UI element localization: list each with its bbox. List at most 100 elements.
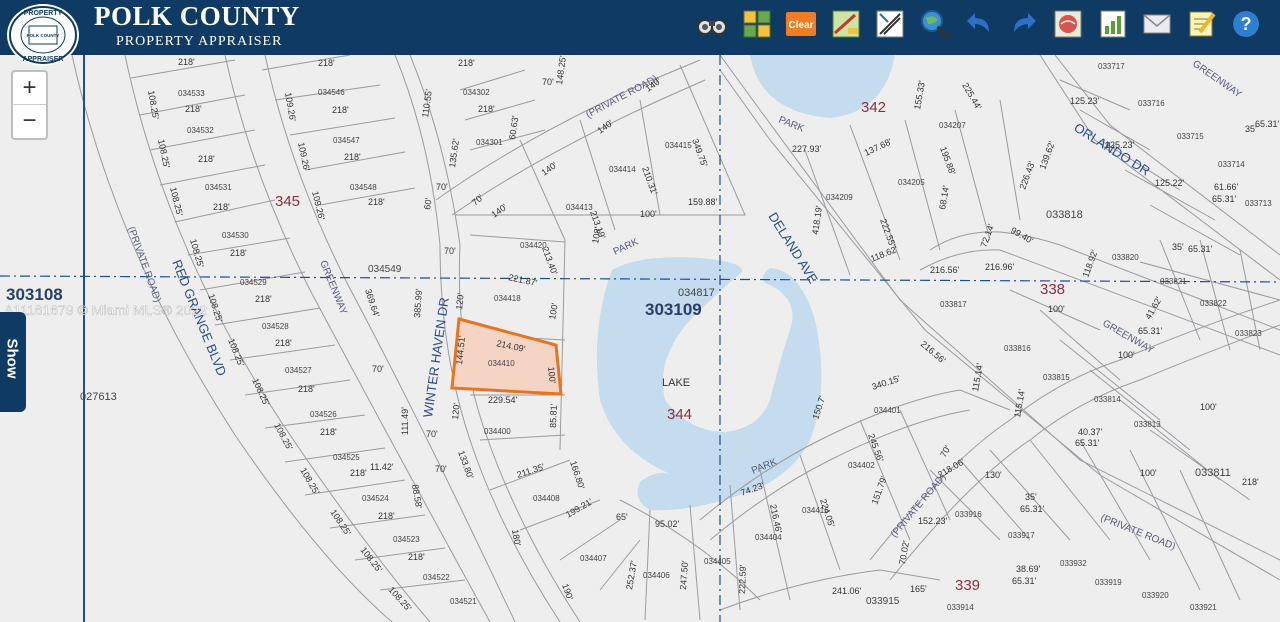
parcel-number[interactable]: 034528 — [262, 322, 289, 331]
parcel-number[interactable]: 033920 — [1142, 591, 1169, 600]
private-road-label-west: (PRIVATE ROAD) — [125, 225, 163, 304]
zoom-out-button[interactable]: − — [13, 105, 46, 137]
parcel-number[interactable]: 034401 — [874, 406, 901, 415]
report-tool-button[interactable] — [1091, 4, 1136, 44]
search-tool-button[interactable] — [913, 4, 958, 44]
email-button[interactable] — [1135, 4, 1180, 44]
block-number-338: 338 — [1040, 281, 1065, 298]
parcel-number[interactable]: 027613 — [80, 391, 117, 403]
parcel-number[interactable]: 033822 — [1200, 299, 1227, 308]
parcel-number[interactable]: 034415 — [665, 141, 692, 150]
parcel-number[interactable]: 034526 — [310, 410, 337, 419]
help-button[interactable]: ? — [1224, 4, 1269, 44]
measure-tool-button[interactable] — [824, 4, 869, 44]
parcel-number[interactable]: 033914 — [947, 603, 974, 612]
parcel-number[interactable]: 034546 — [318, 88, 345, 97]
parcel-number[interactable]: 034209 — [826, 193, 853, 202]
parcel-number[interactable]: 033811 — [1195, 467, 1231, 479]
parcel-number[interactable]: 034547 — [333, 136, 360, 145]
parcel-number[interactable]: 033713 — [1245, 199, 1272, 208]
redo-button[interactable] — [1002, 4, 1047, 44]
dimension-label: 108.25' — [168, 186, 185, 217]
parcel-number[interactable]: 034527 — [285, 366, 312, 375]
parcel-number[interactable]: 034407 — [580, 554, 607, 563]
parcel-number[interactable]: 034524 — [362, 494, 389, 503]
parcel-number[interactable]: 033818 — [1046, 209, 1083, 221]
parcel-number[interactable]: 034413 — [566, 203, 593, 212]
clear-button[interactable]: Clear — [779, 4, 824, 44]
layers-tool-button[interactable] — [735, 4, 780, 44]
zoom-in-button[interactable]: + — [13, 72, 46, 105]
dimension-label: 137.68' — [863, 136, 894, 158]
parcel-number[interactable]: 033815 — [1043, 373, 1070, 382]
parcel-number[interactable]: 034529 — [240, 278, 267, 287]
parcel-number[interactable]: 034414 — [609, 165, 636, 174]
dimension-label: 108.25' — [328, 508, 353, 538]
parcel-number[interactable]: 034521 — [450, 597, 477, 606]
edit-notes-button[interactable] — [1180, 4, 1225, 44]
dimension-label: 241.06' — [832, 586, 862, 596]
parcel-number[interactable]: 034406 — [643, 571, 670, 580]
parcel-number[interactable]: 034418 — [494, 294, 521, 303]
parcel-number[interactable]: 034207 — [939, 121, 966, 130]
identify-tool-button[interactable] — [690, 4, 735, 44]
undo-button[interactable] — [957, 4, 1002, 44]
parcel-map[interactable]: 303108 303109 345 342 338 344 339 WINTER… — [0, 55, 1280, 622]
parcel-number[interactable]: 033932 — [1060, 559, 1087, 568]
parcel-number[interactable]: 034533 — [178, 89, 205, 98]
parcel-number[interactable]: 033820 — [1112, 253, 1139, 262]
dimension-label: 70' — [372, 364, 384, 374]
parcel-number[interactable]: 034301 — [476, 138, 503, 147]
basemap-tool-button[interactable] — [1046, 4, 1091, 44]
parcel-number[interactable]: 033813 — [1134, 420, 1161, 429]
lake-label: LAKE — [662, 377, 690, 389]
parcel-number[interactable]: 034302 — [463, 88, 490, 97]
selected-parcel[interactable] — [450, 317, 563, 396]
park-label-north: PARK — [612, 236, 641, 257]
parcel-number[interactable]: 034531 — [205, 183, 232, 192]
parcel-number[interactable]: 034525 — [333, 453, 360, 462]
parcel-number[interactable]: 033921 — [1190, 603, 1217, 612]
parcel-number[interactable]: 033817 — [940, 300, 967, 309]
parcel-number[interactable]: 033716 — [1138, 99, 1165, 108]
parcel-number[interactable]: 034817 — [678, 287, 715, 299]
parcel-number[interactable]: 034530 — [222, 231, 249, 240]
parcel-number[interactable]: 033917 — [1008, 531, 1035, 540]
parcel-number[interactable]: 034523 — [393, 535, 420, 544]
parcel-number[interactable]: 033816 — [1004, 344, 1031, 353]
dimension-label: 118.92' — [1080, 248, 1099, 279]
parcel-number[interactable]: 033916 — [955, 510, 982, 519]
parcel-number[interactable]: 034402 — [848, 461, 875, 470]
parcel-number[interactable]: 034405 — [704, 557, 731, 566]
parcel-number[interactable]: 033717 — [1098, 62, 1125, 71]
dimension-label: 159.88' — [688, 197, 718, 207]
parcel-number[interactable]: 034404 — [755, 533, 782, 542]
dimension-label: 218' — [408, 552, 425, 562]
parcel-number[interactable]: 033919 — [1095, 578, 1122, 587]
parcel-number[interactable]: 033821 — [1160, 277, 1187, 286]
parcel-number[interactable]: 033715 — [1177, 132, 1204, 141]
parcel-number[interactable]: 034408 — [533, 494, 560, 503]
parcel-number[interactable]: 033814 — [1094, 395, 1121, 404]
dimension-label: 65.31' — [1212, 194, 1237, 204]
draw-tool-button[interactable] — [868, 4, 913, 44]
dimension-label: 70' — [444, 246, 456, 256]
dimension-label: 95.02' — [655, 519, 680, 529]
dimension-label: 70' — [542, 77, 554, 87]
dimension-label: 218' — [458, 58, 475, 68]
parcel-number[interactable]: 034522 — [423, 573, 450, 582]
parcel-number[interactable]: 034400 — [484, 427, 511, 436]
parcel-number[interactable]: 034532 — [187, 126, 214, 135]
parcel-number[interactable]: 034549 — [368, 264, 402, 275]
zoom-control: + − — [11, 70, 48, 140]
parcel-number[interactable]: 033823 — [1235, 329, 1262, 338]
dimension-label: 218' — [1242, 477, 1259, 487]
dimension-label: 130' — [985, 470, 1002, 480]
parcel-number[interactable]: 034548 — [350, 183, 377, 192]
parcel-number[interactable]: 034205 — [898, 178, 925, 187]
show-panel-tab[interactable]: Show — [0, 312, 26, 412]
parcel-number[interactable]: 034410 — [488, 359, 515, 368]
dimension-label: 108.25' — [226, 337, 246, 368]
parcel-number[interactable]: 033714 — [1218, 160, 1245, 169]
parcel-number[interactable]: 033915 — [866, 596, 900, 607]
